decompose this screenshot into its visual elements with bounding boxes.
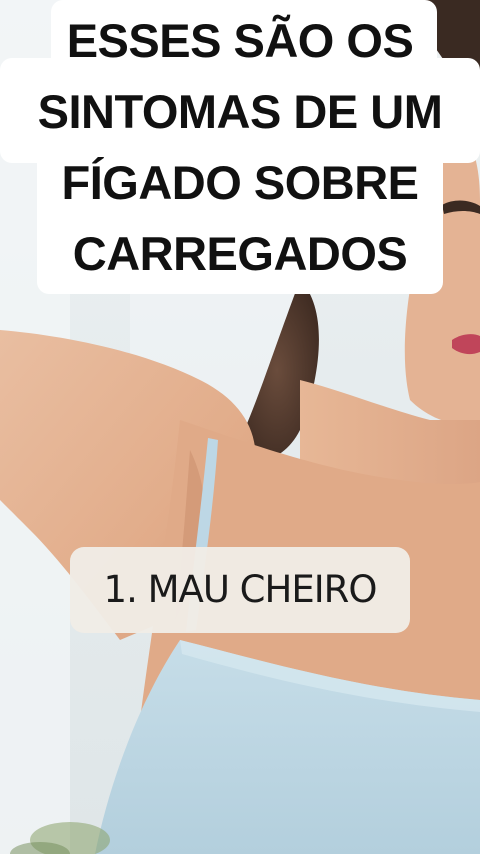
title-line-4: CARREGADOS [72,227,408,280]
video-frame: ESSES SÃO OS SINTOMAS DE UM FÍGADO SOBRE… [0,0,480,854]
title-line-1: ESSES SÃO OS [66,14,414,67]
caption-pill: 1. MAU CHEIRO [70,547,410,633]
title-text: ESSES SÃO OS SINTOMAS DE UM FÍGADO SOBRE… [0,0,480,294]
title-line-2: SINTOMAS DE UM [37,85,443,138]
title-line-3: FÍGADO SOBRE [61,156,419,209]
caption-text: 1. MAU CHEIRO [103,568,378,611]
